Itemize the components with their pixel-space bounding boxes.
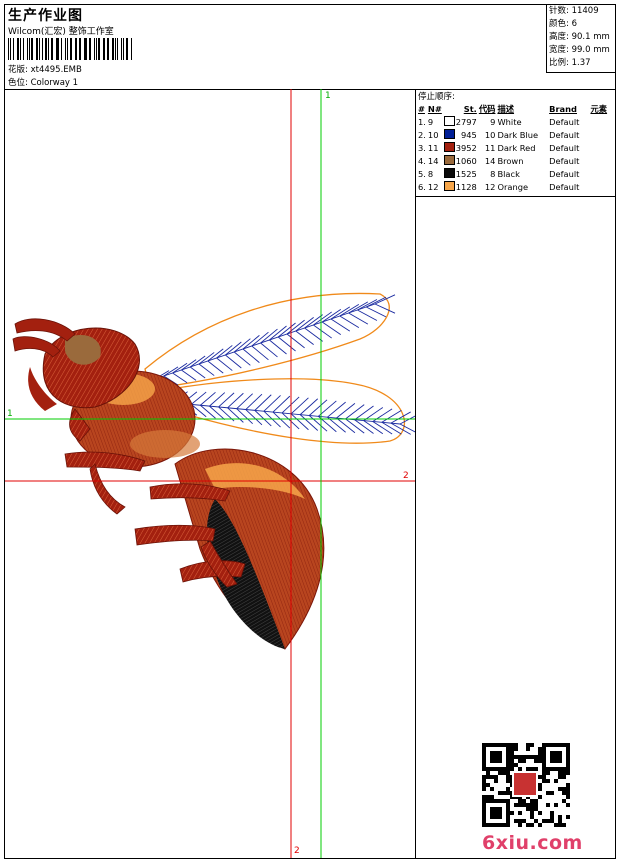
stat-colors: 颜色: 6 bbox=[549, 19, 577, 29]
row-needle: 8 bbox=[427, 168, 434, 179]
thread-row: 5. 8 1525 8 Black Default bbox=[417, 167, 608, 180]
abdomen bbox=[174, 448, 325, 650]
row-stitches: 1525 bbox=[443, 167, 478, 180]
thread-row: 3. 11 3952 11 Dark Red Default bbox=[417, 141, 608, 154]
row-element bbox=[580, 141, 608, 154]
design-canvas: 1 1 2 2 bbox=[5, 89, 421, 858]
thread-swatch bbox=[443, 129, 455, 139]
row-code: 8 bbox=[490, 168, 496, 179]
row-description: White bbox=[497, 116, 522, 127]
qr-code bbox=[482, 743, 570, 827]
thread-table: # N# St. 代码 描述 Brand 元素 1. 9 2797 9 White Def… bbox=[417, 103, 608, 193]
table-divider bbox=[416, 196, 615, 197]
row-brand: Default bbox=[549, 116, 580, 127]
stat-width: 宽度: 99.0 mm bbox=[549, 45, 610, 55]
row-code: 9 bbox=[490, 116, 496, 127]
sheet-title: 生产作业图 bbox=[8, 8, 83, 24]
row-index: 1. bbox=[418, 116, 426, 127]
row-description: Orange bbox=[497, 181, 529, 192]
green-axis-top-label: 1 bbox=[325, 91, 331, 101]
row-needle: 11 bbox=[427, 142, 439, 153]
row-element bbox=[580, 128, 608, 141]
stat-scale: 比例: 1.37 bbox=[549, 58, 591, 68]
row-code: 14 bbox=[484, 155, 496, 166]
row-needle: 14 bbox=[427, 155, 439, 166]
row-brand: Default bbox=[549, 181, 580, 192]
colorway-name: Colorway 1 bbox=[30, 78, 79, 88]
stat-height: 高度: 90.1 mm bbox=[549, 32, 610, 42]
row-brand: Default bbox=[549, 129, 580, 140]
row-code: 11 bbox=[484, 142, 496, 153]
design-file-name: xt4495.EMB bbox=[30, 65, 82, 75]
thread-swatch bbox=[443, 155, 455, 165]
col-stitches: St. bbox=[463, 104, 477, 114]
red-axis-right-label: 2 bbox=[403, 471, 409, 481]
col-description: 描述 bbox=[497, 104, 515, 114]
thread-row: 4. 14 1060 14 Brown Default bbox=[417, 154, 608, 167]
col-brand: Brand bbox=[549, 104, 577, 114]
col-index: # bbox=[418, 104, 425, 114]
production-sheet: 生产作业图 Wilcom(汇宏) 整饰工作室 花版: xt4495.EMB 色位… bbox=[4, 4, 616, 859]
thread-swatch bbox=[443, 181, 455, 191]
col-element: 元素 bbox=[590, 104, 608, 114]
sheet-header: 生产作业图 Wilcom(汇宏) 整饰工作室 花版: xt4495.EMB 色位… bbox=[5, 5, 615, 90]
col-code: 代码 bbox=[478, 104, 496, 114]
barcode bbox=[8, 38, 133, 60]
row-stitches: 1128 bbox=[443, 180, 478, 193]
design-file-line: 花版: xt4495.EMB bbox=[8, 63, 82, 75]
row-needle: 12 bbox=[427, 181, 439, 192]
row-element bbox=[580, 180, 608, 193]
thread-table-header: # N# St. 代码 描述 Brand 元素 bbox=[417, 103, 608, 115]
stats-box: 针数: 11409 颜色: 6 高度: 90.1 mm 宽度: 99.0 mm … bbox=[546, 5, 615, 73]
studio-name: Wilcom(汇宏) 整饰工作室 bbox=[8, 27, 114, 37]
green-axis-left-label: 1 bbox=[7, 409, 13, 419]
colorway-line: 色位: Colorway 1 bbox=[8, 76, 78, 88]
row-brand: Default bbox=[549, 155, 580, 166]
red-axis-bottom-label: 2 bbox=[294, 846, 300, 856]
row-description: Brown bbox=[497, 155, 524, 166]
stop-sequence-title: 停止顺序: bbox=[418, 92, 455, 102]
row-element bbox=[580, 115, 608, 128]
row-stitches: 1060 bbox=[443, 154, 478, 167]
col-needle: N# bbox=[427, 104, 442, 114]
row-index: 2. bbox=[418, 129, 426, 140]
colorway-label: 色位: bbox=[8, 78, 28, 88]
thread-swatch bbox=[443, 116, 455, 126]
stat-stitches: 针数: 11409 bbox=[549, 6, 599, 16]
wing-upper bbox=[144, 292, 396, 390]
row-needle: 10 bbox=[427, 129, 439, 140]
row-index: 6. bbox=[418, 181, 426, 192]
row-description: Dark Blue bbox=[497, 129, 539, 140]
row-description: Black bbox=[497, 168, 520, 179]
row-needle: 9 bbox=[427, 116, 434, 127]
row-brand: Default bbox=[549, 168, 580, 179]
row-index: 3. bbox=[418, 142, 426, 153]
watermark-logo: 6xiu.com bbox=[482, 832, 583, 854]
thread-swatch bbox=[443, 142, 455, 152]
thread-row: 1. 9 2797 9 White Default bbox=[417, 115, 608, 128]
row-element bbox=[580, 154, 608, 167]
row-stitches: 945 bbox=[443, 128, 478, 141]
row-element bbox=[580, 167, 608, 180]
row-index: 4. bbox=[418, 155, 426, 166]
thread-row: 2. 10 945 10 Dark Blue Default bbox=[417, 128, 608, 141]
design-label: 花版: bbox=[8, 65, 28, 75]
thread-swatch bbox=[443, 168, 455, 178]
embroidery-preview bbox=[5, 89, 421, 858]
row-index: 5. bbox=[418, 168, 426, 179]
row-stitches: 2797 bbox=[443, 115, 478, 128]
row-code: 12 bbox=[484, 181, 496, 192]
row-description: Dark Red bbox=[497, 142, 536, 153]
row-code: 10 bbox=[484, 129, 496, 140]
row-stitches: 3952 bbox=[443, 141, 478, 154]
thread-row: 6. 12 1128 12 Orange Default bbox=[417, 180, 608, 193]
row-brand: Default bbox=[549, 142, 580, 153]
